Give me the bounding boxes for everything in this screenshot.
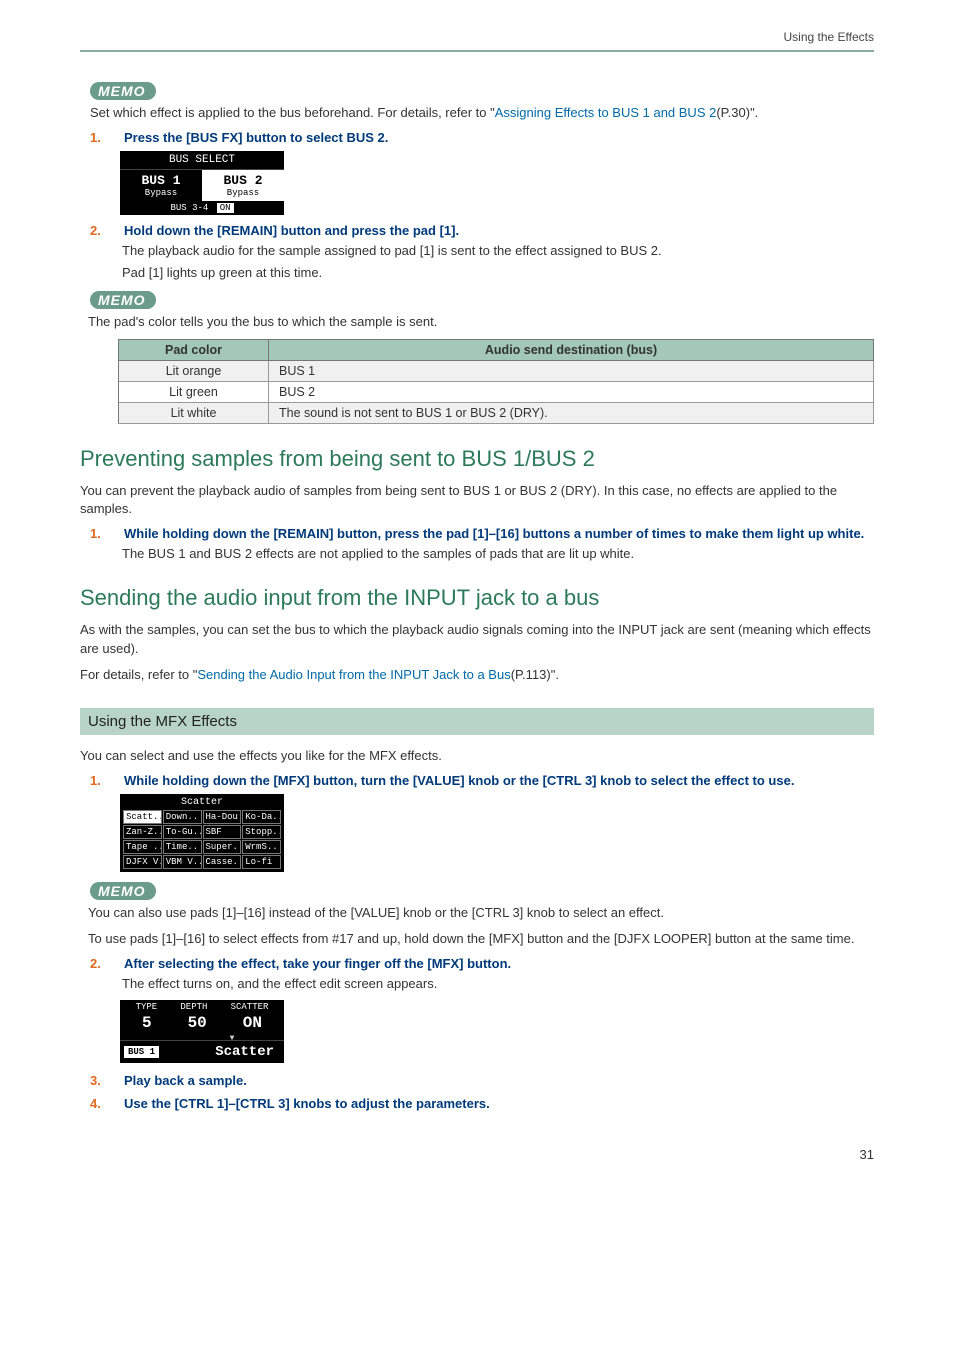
mfx-step-4: 4. Use the [CTRL 1]–[CTRL 3] knobs to ad… xyxy=(80,1096,874,1111)
bus-select-screenshot: BUS SELECT BUS 1 Bypass BUS 2 Bypass BUS… xyxy=(120,151,284,215)
fxedit-name: Scatter xyxy=(159,1044,280,1060)
memo3-line2: To use pads [1]–[16] to select effects f… xyxy=(88,930,874,948)
scatter-cell: WrmS.. xyxy=(242,840,281,854)
scatter-cell: Ha-Dou xyxy=(203,810,242,824)
prevent-step-1-number: 1. xyxy=(80,526,124,541)
step-2-body1: The playback audio for the sample assign… xyxy=(122,242,874,260)
pad-table-h2: Audio send destination (bus) xyxy=(269,339,874,360)
fxedit-bus: BUS 1 xyxy=(124,1046,159,1058)
mfx-step-4-number: 4. xyxy=(80,1096,124,1111)
pad-table-r0c1: BUS 1 xyxy=(269,360,874,381)
memo-badge-2: MEMO xyxy=(90,291,156,309)
scatter-cell: Lo-fi xyxy=(242,855,281,869)
page-number: 31 xyxy=(80,1147,874,1162)
mfx-step-2-text: After selecting the effect, take your fi… xyxy=(124,956,874,971)
pad-table-r2c1: The sound is not sent to BUS 1 or BUS 2 … xyxy=(269,402,874,423)
send-ref-link[interactable]: Sending the Audio Input from the INPUT J… xyxy=(197,667,510,682)
step-2: 2. Hold down the [REMAIN] button and pre… xyxy=(80,223,874,238)
memo1-text-pre: Set which effect is applied to the bus b… xyxy=(90,105,495,120)
pad-table-r0c0: Lit orange xyxy=(119,360,269,381)
step-2-body2: Pad [1] lights up green at this time. xyxy=(122,264,874,282)
scatter-cell: DJFX V.. xyxy=(123,855,162,869)
step-1-number: 1. xyxy=(80,130,124,145)
scatter-cell: Super.. xyxy=(203,840,242,854)
memo2-text: The pad's color tells you the bus to whi… xyxy=(88,313,874,331)
mfx-step-4-text: Use the [CTRL 1]–[CTRL 3] knobs to adjus… xyxy=(124,1096,874,1111)
fxedit-v1: 5 xyxy=(142,1014,152,1032)
fxedit-h2: DEPTH xyxy=(180,1002,207,1012)
scatter-screenshot: Scatter Scatt.. Down.. Ha-Dou Ko-Da.. Za… xyxy=(120,794,284,872)
scatter-cell: Scatt.. xyxy=(123,810,162,824)
heading-send: Sending the audio input from the INPUT j… xyxy=(80,585,874,611)
scatter-cell: Time.. xyxy=(163,840,202,854)
step-1-text: Press the [BUS FX] button to select BUS … xyxy=(124,130,874,145)
bus1-cell: BUS 1 Bypass xyxy=(120,170,202,201)
pad-color-table: Pad color Audio send destination (bus) L… xyxy=(118,339,874,424)
step-1: 1. Press the [BUS FX] button to select B… xyxy=(80,130,874,145)
step-2-text: Hold down the [REMAIN] button and press … xyxy=(124,223,874,238)
pad-table-h1: Pad color xyxy=(119,339,269,360)
mfx-step-1-text: While holding down the [MFX] button, tur… xyxy=(124,773,874,788)
prevent-step-1: 1. While holding down the [REMAIN] butto… xyxy=(80,526,874,541)
bus-select-title: BUS SELECT xyxy=(120,151,284,169)
bus1-bypass: Bypass xyxy=(120,188,202,198)
memo1-text-post: (P.30)". xyxy=(716,105,758,120)
step-2-number: 2. xyxy=(80,223,124,238)
table-row: Lit green BUS 2 xyxy=(119,381,874,402)
pad-table-r2c0: Lit white xyxy=(119,402,269,423)
mfx-step-1: 1. While holding down the [MFX] button, … xyxy=(80,773,874,788)
mfx-step-2-body: The effect turns on, and the effect edit… xyxy=(122,975,874,993)
bus2-label: BUS 2 xyxy=(202,173,284,188)
bus-select-footer: BUS 3-4 ON xyxy=(120,201,284,215)
mfx-step-2: 2. After selecting the effect, take your… xyxy=(80,956,874,971)
bus1-label: BUS 1 xyxy=(120,173,202,188)
scatter-cell: To-Gu.. xyxy=(163,825,202,839)
scatter-cell: Down.. xyxy=(163,810,202,824)
bus34-label: BUS 3-4 xyxy=(170,203,208,213)
fxedit-v3: ON xyxy=(243,1014,262,1032)
fx-edit-screenshot: TYPE DEPTH SCATTER 5 50 ON ▼ BUS 1 Scatt… xyxy=(120,1000,284,1063)
fxedit-h3: SCATTER xyxy=(231,1002,269,1012)
scatter-title: Scatter xyxy=(123,797,281,808)
send-paragraph: As with the samples, you can set the bus… xyxy=(80,621,874,657)
bus2-cell: BUS 2 Bypass xyxy=(202,170,284,201)
scatter-cell: Zan-Z.. xyxy=(123,825,162,839)
send-ref-pre: For details, refer to " xyxy=(80,667,197,682)
memo-badge: MEMO xyxy=(90,82,156,100)
memo1-paragraph: Set which effect is applied to the bus b… xyxy=(90,104,874,122)
memo-badge-3: MEMO xyxy=(90,882,156,900)
prevent-step-1-body: The BUS 1 and BUS 2 effects are not appl… xyxy=(122,545,874,563)
page-header: Using the Effects xyxy=(80,30,874,52)
mfx-step-3-text: Play back a sample. xyxy=(124,1073,874,1088)
memo3-line1: You can also use pads [1]–[16] instead o… xyxy=(88,904,874,922)
prevent-paragraph: You can prevent the playback audio of sa… xyxy=(80,482,874,518)
memo1-link[interactable]: Assigning Effects to BUS 1 and BUS 2 xyxy=(495,105,717,120)
pad-table-r1c1: BUS 2 xyxy=(269,381,874,402)
prevent-step-1-text: While holding down the [REMAIN] button, … xyxy=(124,526,874,541)
fxedit-h1: TYPE xyxy=(136,1002,158,1012)
bus34-state: ON xyxy=(217,203,234,213)
pad-table-r1c0: Lit green xyxy=(119,381,269,402)
send-ref-post: (P.113)". xyxy=(511,667,559,682)
table-row: Lit orange BUS 1 xyxy=(119,360,874,381)
bus2-bypass: Bypass xyxy=(202,188,284,198)
fxedit-v2: 50 xyxy=(188,1014,207,1032)
scatter-cell: SBF xyxy=(203,825,242,839)
heading-prevent: Preventing samples from being sent to BU… xyxy=(80,446,874,472)
scatter-cell: Casse.. xyxy=(203,855,242,869)
scatter-cell: Stopp.. xyxy=(242,825,281,839)
mfx-step-1-number: 1. xyxy=(80,773,124,788)
mfx-step-3: 3. Play back a sample. xyxy=(80,1073,874,1088)
mfx-step-3-number: 3. xyxy=(80,1073,124,1088)
scatter-cell: Ko-Da.. xyxy=(242,810,281,824)
mfx-step-2-number: 2. xyxy=(80,956,124,971)
send-ref: For details, refer to "Sending the Audio… xyxy=(80,666,874,684)
scatter-cell: VBM V.. xyxy=(163,855,202,869)
table-row: Lit white The sound is not sent to BUS 1… xyxy=(119,402,874,423)
scatter-cell: Tape .. xyxy=(123,840,162,854)
mfx-paragraph: You can select and use the effects you l… xyxy=(80,747,874,765)
heading-mfx: Using the MFX Effects xyxy=(80,708,874,735)
